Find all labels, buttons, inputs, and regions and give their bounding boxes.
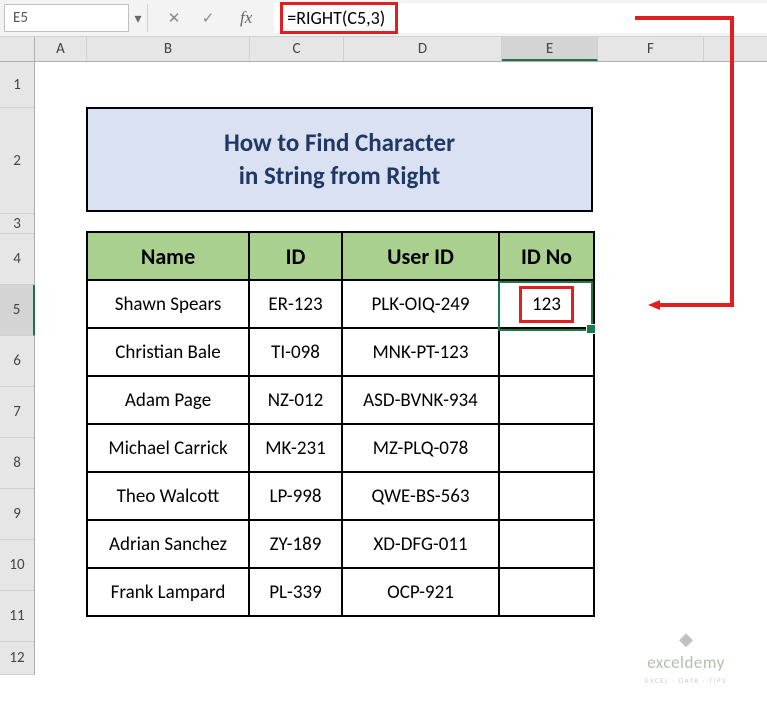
watermark-icon: ◆: [645, 628, 727, 650]
row-header-6[interactable]: 6: [0, 336, 34, 387]
table-row: Adam Page NZ-012 ASD-BVNK-934: [87, 376, 594, 424]
col-header-C[interactable]: C: [250, 37, 344, 61]
row-header-5[interactable]: 5: [0, 285, 35, 336]
formula-text: =RIGHT(C5,3): [280, 2, 398, 34]
col-header-E[interactable]: E: [502, 37, 598, 61]
row-header-1[interactable]: 1: [0, 62, 34, 108]
title-line1: How to Find Character: [224, 127, 455, 160]
cells-area[interactable]: How to Find Character in String from Rig…: [35, 62, 767, 675]
chevron-down-icon: ▾: [134, 10, 141, 27]
row-header-2[interactable]: 2: [0, 108, 34, 214]
cell-userid[interactable]: XD-DFG-011: [342, 520, 499, 568]
cell-id[interactable]: ZY-189: [249, 520, 342, 568]
cell-userid[interactable]: ASD-BVNK-934: [342, 376, 499, 424]
col-header-A[interactable]: A: [35, 37, 87, 61]
col-header-F[interactable]: F: [598, 37, 704, 61]
formula-bar: E5 ▾ ✕ ✓ fx =RIGHT(C5,3): [0, 0, 767, 37]
cell-name[interactable]: Frank Lampard: [87, 568, 249, 616]
cell-name[interactable]: Shawn Spears: [87, 280, 249, 328]
accept-icon[interactable]: ✓: [198, 8, 218, 28]
watermark: ◆ exceldemy EXCEL · DATA · TIPS: [645, 628, 727, 686]
name-box-dropdown[interactable]: ▾: [129, 4, 148, 32]
table-row: Frank Lampard PL-339 OCP-921: [87, 568, 594, 616]
title-cell[interactable]: How to Find Character in String from Rig…: [86, 107, 593, 212]
cell-name[interactable]: Theo Walcott: [87, 472, 249, 520]
row-header-3[interactable]: 3: [0, 214, 34, 234]
cell-name[interactable]: Christian Bale: [87, 328, 249, 376]
cell-idno-E5[interactable]: 123: [499, 280, 594, 328]
cell-userid[interactable]: OCP-921: [342, 568, 499, 616]
cell-id[interactable]: NZ-012: [249, 376, 342, 424]
table-row: Shawn Spears ER-123 PLK-OIQ-249 123: [87, 280, 594, 328]
header-userid[interactable]: User ID: [342, 232, 499, 280]
data-table: Name ID User ID ID No Shawn Spears ER-12…: [86, 231, 595, 617]
e5-result: 123: [519, 286, 574, 323]
cell-id[interactable]: TI-098: [249, 328, 342, 376]
spreadsheet-grid: 1 2 3 4 5 6 7 8 9 10 11 12 How to Find C…: [0, 62, 767, 675]
col-header-D[interactable]: D: [344, 37, 502, 61]
header-id[interactable]: ID: [249, 232, 342, 280]
cell-userid[interactable]: QWE-BS-563: [342, 472, 499, 520]
col-header-B[interactable]: B: [87, 37, 250, 61]
table-row: Michael Carrick MK-231 MZ-PLQ-078: [87, 424, 594, 472]
watermark-sub: EXCEL · DATA · TIPS: [645, 676, 727, 685]
watermark-name: exceldemy: [647, 652, 725, 673]
cell-id[interactable]: PL-339: [249, 568, 342, 616]
cell-idno[interactable]: [499, 328, 594, 376]
cell-idno[interactable]: [499, 568, 594, 616]
cell-name[interactable]: Adam Page: [87, 376, 249, 424]
select-all-corner[interactable]: [0, 37, 35, 61]
row-headers: 1 2 3 4 5 6 7 8 9 10 11 12: [0, 62, 35, 675]
row-header-9[interactable]: 9: [0, 489, 34, 540]
cell-name[interactable]: Adrian Sanchez: [87, 520, 249, 568]
header-idno[interactable]: ID No: [499, 232, 594, 280]
table-row: Christian Bale TI-098 MNK-PT-123: [87, 328, 594, 376]
table-row: Adrian Sanchez ZY-189 XD-DFG-011: [87, 520, 594, 568]
cell-id[interactable]: LP-998: [249, 472, 342, 520]
cell-idno[interactable]: [499, 424, 594, 472]
row-header-4[interactable]: 4: [0, 234, 34, 285]
cell-name[interactable]: Michael Carrick: [87, 424, 249, 472]
header-name[interactable]: Name: [87, 232, 249, 280]
title-line2: in String from Right: [239, 160, 440, 193]
table-header-row: Name ID User ID ID No: [87, 232, 594, 280]
cell-userid[interactable]: MZ-PLQ-078: [342, 424, 499, 472]
column-headers: A B C D E F: [0, 37, 767, 62]
cell-idno[interactable]: [499, 472, 594, 520]
row-header-10[interactable]: 10: [0, 540, 34, 591]
cancel-icon[interactable]: ✕: [164, 8, 184, 28]
formula-input[interactable]: =RIGHT(C5,3): [274, 3, 767, 33]
table-row: Theo Walcott LP-998 QWE-BS-563: [87, 472, 594, 520]
row-header-7[interactable]: 7: [0, 387, 34, 438]
cell-idno[interactable]: [499, 376, 594, 424]
cell-id[interactable]: MK-231: [249, 424, 342, 472]
cell-userid[interactable]: PLK-OIQ-249: [342, 280, 499, 328]
cell-userid[interactable]: MNK-PT-123: [342, 328, 499, 376]
name-box[interactable]: E5: [4, 4, 129, 32]
row-header-11[interactable]: 11: [0, 591, 34, 642]
name-box-value: E5: [13, 9, 28, 27]
cell-idno[interactable]: [499, 520, 594, 568]
row-header-8[interactable]: 8: [0, 438, 34, 489]
fx-button[interactable]: fx: [240, 8, 252, 28]
cell-id[interactable]: ER-123: [249, 280, 342, 328]
formula-buttons: ✕ ✓ fx: [154, 8, 274, 28]
row-header-12[interactable]: 12: [0, 642, 34, 675]
